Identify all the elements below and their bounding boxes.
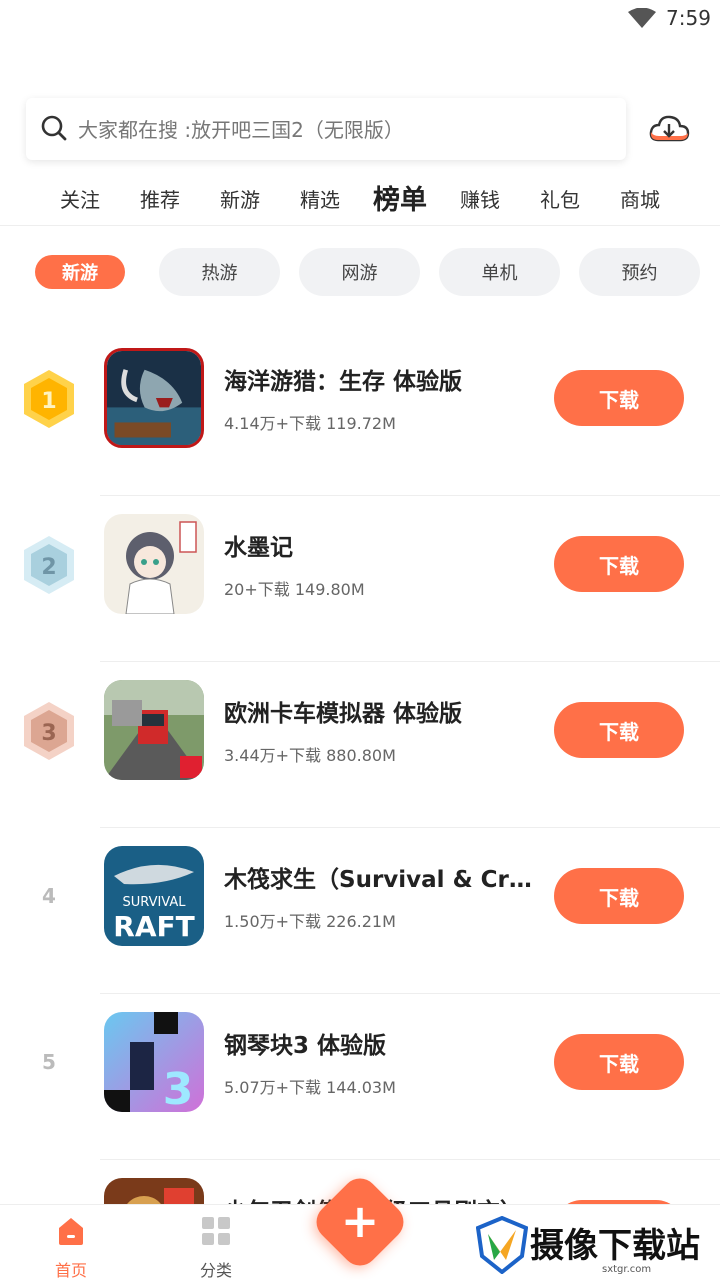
- nav-category-label: 分类: [199, 1261, 232, 1280]
- app-meta: 3.44万+下载 880.80M: [224, 746, 396, 765]
- filter-reserve[interactable]: 预约: [579, 248, 700, 296]
- app-icon[interactable]: 3: [104, 1012, 204, 1112]
- tab-gifts[interactable]: 礼包: [540, 184, 580, 213]
- app-name: 欧洲卡车模拟器 体验版: [224, 701, 463, 727]
- rank-number: 5: [42, 1050, 56, 1074]
- home-icon: [59, 1218, 83, 1245]
- filter-new[interactable]: 新游: [35, 255, 125, 289]
- ink-girl-art: [104, 514, 204, 614]
- rank-number: 4: [42, 884, 56, 908]
- filter-hot[interactable]: 热游: [159, 248, 280, 296]
- cloud-download-icon[interactable]: [648, 112, 690, 148]
- filter-single[interactable]: 单机: [439, 248, 560, 296]
- nav-home-label: 首页: [54, 1261, 87, 1280]
- silver-medal-icon: 2: [24, 536, 74, 594]
- tab-new-games[interactable]: 新游: [220, 184, 260, 213]
- category-tabs: 关注 推荐 新游 精选 榜单 赚钱 礼包 商城: [0, 176, 720, 226]
- download-button[interactable]: 下载: [554, 370, 684, 426]
- tab-rankings[interactable]: 榜单: [373, 178, 427, 217]
- download-button[interactable]: 下载: [554, 536, 684, 592]
- tab-store[interactable]: 商城: [620, 184, 660, 213]
- app-icon[interactable]: [104, 680, 204, 780]
- app-meta: 4.14万+下载 119.72M: [224, 414, 396, 433]
- app-name: 海洋游猎：生存 体验版: [224, 369, 463, 395]
- watermark-logo: [476, 1216, 528, 1274]
- list-item[interactable]: 3 欧洲卡车模拟器 体验版 3.44万+下载 880.80M 下载: [0, 662, 720, 828]
- app-icon[interactable]: SURVIVAL RAFT: [104, 846, 204, 946]
- list-item[interactable]: 5 3 钢琴块3 体验版 5.07万+下载 144.03M 下载: [0, 994, 720, 1160]
- svg-text:2: 2: [41, 555, 56, 580]
- bronze-medal-icon: 3: [24, 702, 74, 760]
- tab-recommend[interactable]: 推荐: [140, 184, 180, 213]
- list-item[interactable]: 1 海洋游猎：生存 体验版 4.14万+下载 119.72M 下载: [0, 330, 720, 496]
- watermark: 摄像下载站 sxtgr.com: [470, 1210, 720, 1280]
- filter-online[interactable]: 网游: [299, 248, 420, 296]
- nav-category[interactable]: 分类: [176, 1215, 256, 1280]
- app-icon[interactable]: [104, 348, 204, 448]
- svg-text:3: 3: [41, 721, 56, 746]
- search-placeholder: 大家都在搜 :放开吧三国2（无限版）: [78, 118, 404, 142]
- app-name: 水墨记: [224, 535, 293, 561]
- wifi-icon: [628, 8, 656, 28]
- download-button[interactable]: 下载: [554, 1034, 684, 1090]
- tab-follow[interactable]: 关注: [60, 184, 100, 213]
- watermark-title: 摄像下载站: [530, 1226, 700, 1266]
- app-meta: 20+下载 149.80M: [224, 580, 365, 599]
- app-icon[interactable]: [104, 514, 204, 614]
- status-bar: 7:59: [0, 0, 720, 40]
- search-icon: [41, 115, 67, 141]
- app-meta: 1.50万+下载 226.21M: [224, 912, 396, 931]
- svg-text:1: 1: [41, 389, 56, 414]
- app-name: 木筏求生（Survival & Craft: Multiplayer）: [224, 867, 540, 893]
- list-item[interactable]: 2 水墨记 20+下载 149.80M 下载: [0, 496, 720, 662]
- app-name: 钢琴块3 体验版: [224, 1033, 387, 1059]
- download-button[interactable]: 下载: [554, 702, 684, 758]
- svg-text:3: 3: [163, 1064, 194, 1112]
- nav-home[interactable]: 首页: [31, 1215, 111, 1280]
- gold-medal-icon: 1: [24, 370, 74, 428]
- grid-icon: [202, 1217, 230, 1245]
- truck-art: [104, 680, 204, 780]
- shark-game-art: [107, 351, 201, 445]
- search-bar[interactable]: 大家都在搜 :放开吧三国2（无限版）: [26, 98, 626, 160]
- tab-earn[interactable]: 赚钱: [460, 184, 500, 213]
- app-meta: 5.07万+下载 144.03M: [224, 1078, 396, 1097]
- svg-text:RAFT: RAFT: [113, 910, 194, 943]
- watermark-url: sxtgr.com: [602, 1264, 652, 1275]
- list-item[interactable]: 4 SURVIVAL RAFT 木筏求生（Survival & Craft: M…: [0, 828, 720, 994]
- svg-text:SURVIVAL: SURVIVAL: [122, 895, 186, 910]
- tab-featured[interactable]: 精选: [300, 184, 340, 213]
- download-button[interactable]: 下载: [554, 868, 684, 924]
- status-time: 7:59: [666, 6, 711, 30]
- piano-tiles-art: 3: [104, 1012, 204, 1112]
- plus-icon: +: [340, 1194, 380, 1248]
- raft-art: SURVIVAL RAFT: [104, 846, 204, 946]
